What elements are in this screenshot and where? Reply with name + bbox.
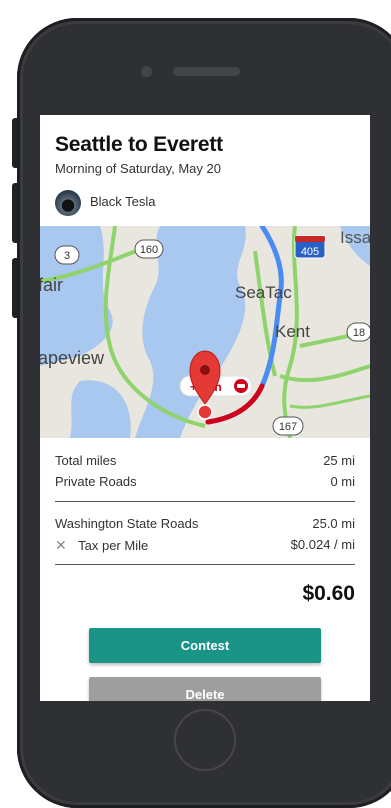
total-miles-label: Total miles (55, 453, 117, 468)
earpiece-speaker (173, 67, 240, 76)
divider-1 (55, 501, 355, 502)
private-roads-value: 0 mi (330, 474, 355, 489)
volume-down-button (12, 258, 18, 318)
state-roads-label: Washington State Roads (55, 516, 199, 531)
trip-title: Seattle to Everett (55, 133, 223, 156)
state-roads-row: Washington State Roads 25.0 mi (55, 516, 355, 531)
app-screen: Seattle to Everett Morning of Saturday, … (40, 115, 370, 701)
svg-text:160: 160 (140, 244, 158, 256)
total-amount: $0.60 (302, 582, 355, 605)
private-roads-label: Private Roads (55, 474, 137, 489)
map-label-seatac: SeaTac (235, 283, 292, 302)
trip-subtitle: Morning of Saturday, May 20 (55, 161, 221, 176)
volume-up-button (12, 183, 18, 243)
route-167-shield: 167 (272, 416, 304, 436)
map-label-apeview: apeview (40, 348, 105, 368)
route-160-shield: 160 (134, 239, 164, 259)
svg-text:405: 405 (301, 246, 319, 258)
vehicle-avatar (55, 190, 81, 216)
contest-button[interactable]: Contest (89, 628, 321, 663)
tax-value: $0.024 / mi (290, 537, 355, 552)
route-map[interactable]: 3 160 405 18 167 Issa fair SeaTac Kent a… (40, 226, 370, 438)
front-camera (141, 66, 152, 77)
svg-text:18: 18 (353, 327, 365, 339)
svg-text:3: 3 (64, 250, 70, 262)
total-miles-row: Total miles 25 mi (55, 453, 355, 468)
mute-switch (12, 118, 18, 168)
interstate-405-shield: 405 (294, 235, 326, 259)
delete-button[interactable]: Delete (89, 677, 321, 701)
map-label-issaquah: Issa (340, 228, 370, 247)
tax-label: Tax per Mile (78, 538, 149, 553)
divider-2 (55, 564, 355, 565)
multiply-icon: ✕ (55, 537, 67, 553)
state-roads-value: 25.0 mi (312, 516, 355, 531)
route-18-shield: 18 (346, 322, 370, 342)
total-miles-value: 25 mi (323, 453, 355, 468)
route-3-shield: 3 (54, 245, 80, 265)
tax-row: ✕ Tax per Mile $0.024 / mi (55, 537, 355, 554)
private-roads-row: Private Roads 0 mi (55, 474, 355, 489)
home-button[interactable] (174, 709, 236, 771)
svg-text:167: 167 (279, 421, 297, 433)
map-label-fair: fair (40, 275, 63, 295)
map-label-kent: Kent (275, 322, 310, 341)
vehicle-name: Black Tesla (90, 194, 156, 209)
